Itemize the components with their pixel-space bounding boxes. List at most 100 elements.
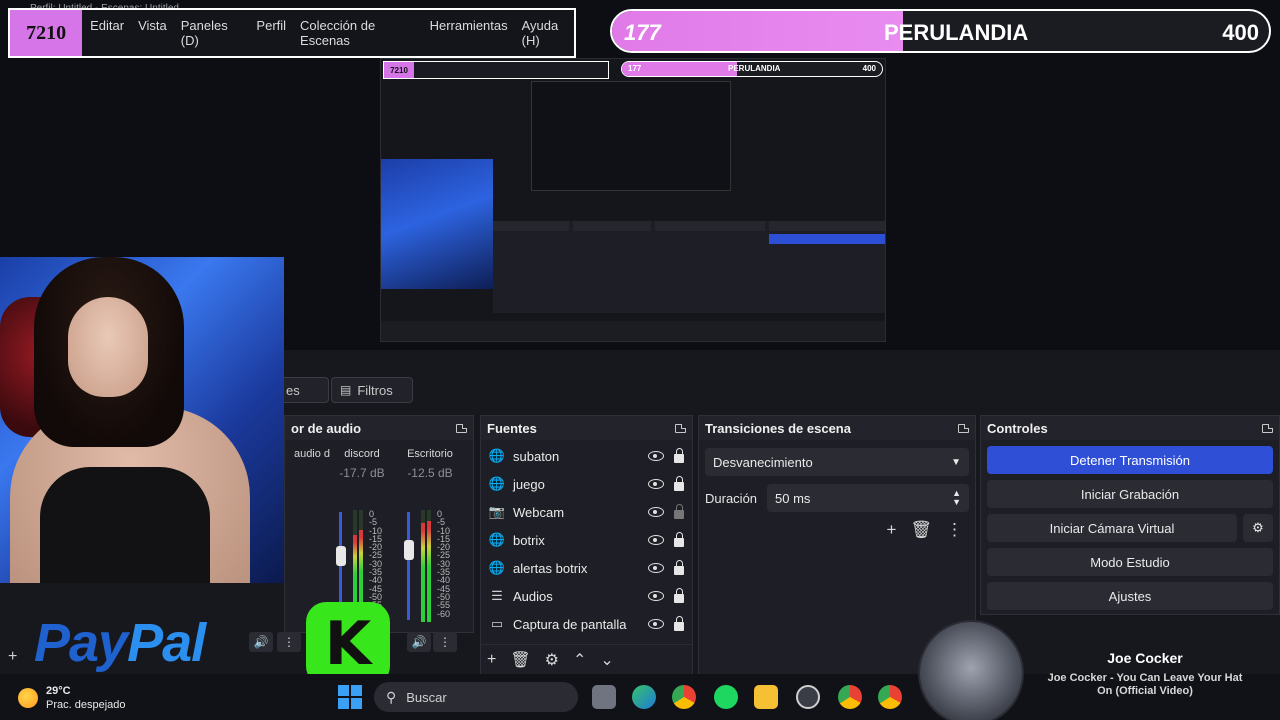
windows-start-icon[interactable] — [338, 685, 362, 709]
controls-dock: Controles Detener Transmisión Iniciar Gr… — [980, 415, 1280, 615]
audio-mixer-title: or de audio — [291, 420, 362, 436]
visibility-eye-icon[interactable] — [648, 563, 664, 573]
menu-item-coleccion[interactable]: Colección de Escenas — [300, 18, 416, 48]
source-item-botrix[interactable]: 🌐 botrix — [481, 526, 692, 554]
source-label: Webcam — [513, 504, 565, 520]
source-label: Audios — [513, 588, 553, 604]
preview-mini-goal-current: 177 — [628, 64, 642, 73]
sun-icon — [18, 688, 38, 708]
undock-icon[interactable] — [456, 423, 467, 433]
move-down-icon[interactable]: ⌄ — [600, 650, 613, 670]
volume-fader-handle[interactable] — [336, 546, 346, 566]
lock-icon[interactable] — [674, 531, 684, 547]
goal-target: 400 — [1222, 20, 1259, 45]
source-item-audios[interactable]: ☰ Audios — [481, 582, 692, 610]
taskbar-search[interactable]: ⚲ Buscar — [374, 682, 578, 712]
tab-properties[interactable]: es — [277, 377, 329, 403]
menu-item-paneles[interactable]: Paneles (D) — [181, 18, 243, 48]
weather-widget[interactable]: 29°C Prac. despejado — [18, 684, 126, 712]
source-item-alertas-botrix[interactable]: 🌐 alertas botrix — [481, 554, 692, 582]
mixer-scale: 0-5-10-15-20-25-30-35-40-45-50-55-60 — [437, 509, 450, 618]
now-playing-artist: Joe Cocker — [1107, 650, 1183, 666]
obs-window: Perfil: Untitled - Escenas: Untitled 721… — [0, 0, 1280, 720]
chrome-icon[interactable] — [672, 685, 696, 709]
volume-fader[interactable] — [407, 512, 410, 620]
browser-icon: 🌐 — [488, 448, 506, 463]
tab-filters[interactable]: ▤ Filtros — [331, 377, 413, 403]
source-item-juego[interactable]: 🌐 juego — [481, 470, 692, 498]
stop-stream-button[interactable]: Detener Transmisión — [987, 446, 1273, 474]
source-item-webcam[interactable]: 📷 Webcam — [481, 498, 692, 526]
preview-panel-audio — [493, 221, 569, 231]
speaker-icon[interactable]: 🔊 — [407, 632, 431, 652]
visibility-eye-icon[interactable] — [648, 619, 664, 629]
monitor-icon: ▭ — [490, 616, 504, 631]
edge-icon[interactable] — [632, 685, 656, 709]
add-icon[interactable]: + — [487, 651, 496, 669]
spotify-icon[interactable] — [714, 685, 738, 709]
mixer-channel-db: -17.7 dB — [339, 466, 385, 480]
undock-icon[interactable] — [1262, 423, 1273, 433]
menu-bar: 7210 Editar Vista Paneles (D) Perfil Col… — [8, 8, 576, 58]
unlock-icon[interactable] — [674, 503, 684, 519]
chrome-profile-icon[interactable] — [878, 685, 902, 709]
lock-icon[interactable] — [674, 475, 684, 491]
audio-mixer-title-bar: or de audio — [285, 416, 473, 440]
spin-arrows-icon[interactable]: ▲ ▼ — [952, 489, 961, 507]
trash-icon[interactable]: 🗑 — [510, 650, 530, 670]
menu-item-vista[interactable]: Vista — [138, 18, 167, 48]
gear-icon[interactable]: ⚙ — [1243, 514, 1273, 542]
visibility-eye-icon[interactable] — [648, 591, 664, 601]
album-art — [918, 620, 1024, 720]
speaker-icon[interactable]: 🔊 — [249, 632, 273, 652]
lock-icon[interactable] — [674, 615, 684, 631]
source-item-subaton[interactable]: 🌐 subaton — [481, 442, 692, 470]
source-label: Captura de pantalla — [513, 616, 627, 632]
chevron-down-icon: ▼ — [951, 456, 961, 468]
preview-taskbar — [381, 321, 885, 341]
obs-icon[interactable] — [796, 685, 820, 709]
duration-spinbox[interactable]: 50 ms ▲ ▼ — [767, 484, 969, 512]
source-item-captura[interactable]: ▭ Captura de pantalla — [481, 610, 692, 638]
transition-select[interactable]: Desvanecimiento ▼ — [705, 448, 969, 476]
file-explorer-icon[interactable] — [754, 685, 778, 709]
lock-icon[interactable] — [674, 559, 684, 575]
duration-row: Duración 50 ms ▲ ▼ — [705, 484, 969, 512]
gear-icon[interactable]: ⚙ — [545, 650, 559, 670]
volume-fader-handle[interactable] — [404, 540, 414, 560]
mixer-channel-name: discord — [344, 448, 380, 460]
visibility-eye-icon[interactable] — [648, 507, 664, 517]
menu-item-herramientas[interactable]: Herramientas — [430, 18, 508, 48]
add-icon[interactable]: + — [8, 648, 17, 665]
kebab-menu-icon[interactable]: ⋮ — [433, 632, 457, 652]
visibility-eye-icon[interactable] — [648, 451, 664, 461]
add-icon[interactable]: + — [886, 520, 896, 540]
settings-button[interactable]: Ajustes — [987, 582, 1273, 610]
undock-icon[interactable] — [958, 423, 969, 433]
trash-icon[interactable]: 🗑 — [910, 520, 932, 540]
undock-icon[interactable] — [675, 423, 686, 433]
kebab-menu-icon[interactable]: ⋮ — [277, 632, 301, 652]
goal-current: 177 — [624, 20, 661, 45]
visibility-eye-icon[interactable] — [648, 535, 664, 545]
start-recording-button[interactable]: Iniciar Grabación — [987, 480, 1273, 508]
task-view-icon[interactable] — [592, 685, 616, 709]
scenes-toolbar: + — [8, 648, 17, 666]
lock-icon[interactable] — [674, 447, 684, 463]
scene-preview[interactable]: 7210 177 PERULANDIA 400 — [380, 58, 886, 342]
menu-item-ayuda[interactable]: Ayuda (H) — [522, 18, 574, 48]
person-top — [40, 467, 210, 583]
preview-mini-goal-name: PERULANDIA — [728, 64, 781, 73]
overlay-counter: 7210 — [10, 10, 83, 56]
tab-properties-label: es — [286, 382, 300, 398]
controls-title: Controles — [987, 420, 1048, 436]
studio-mode-button[interactable]: Modo Estudio — [987, 548, 1273, 576]
start-virtual-cam-button[interactable]: Iniciar Cámara Virtual — [987, 514, 1237, 542]
move-up-icon[interactable]: ⌃ — [573, 650, 586, 670]
menu-item-editar[interactable]: Editar — [90, 18, 124, 48]
menu-item-perfil[interactable]: Perfil — [256, 18, 286, 48]
kebab-menu-icon[interactable]: ⋮ — [946, 520, 963, 540]
lock-icon[interactable] — [674, 587, 684, 603]
chrome-profile-icon[interactable] — [838, 685, 862, 709]
visibility-eye-icon[interactable] — [648, 479, 664, 489]
